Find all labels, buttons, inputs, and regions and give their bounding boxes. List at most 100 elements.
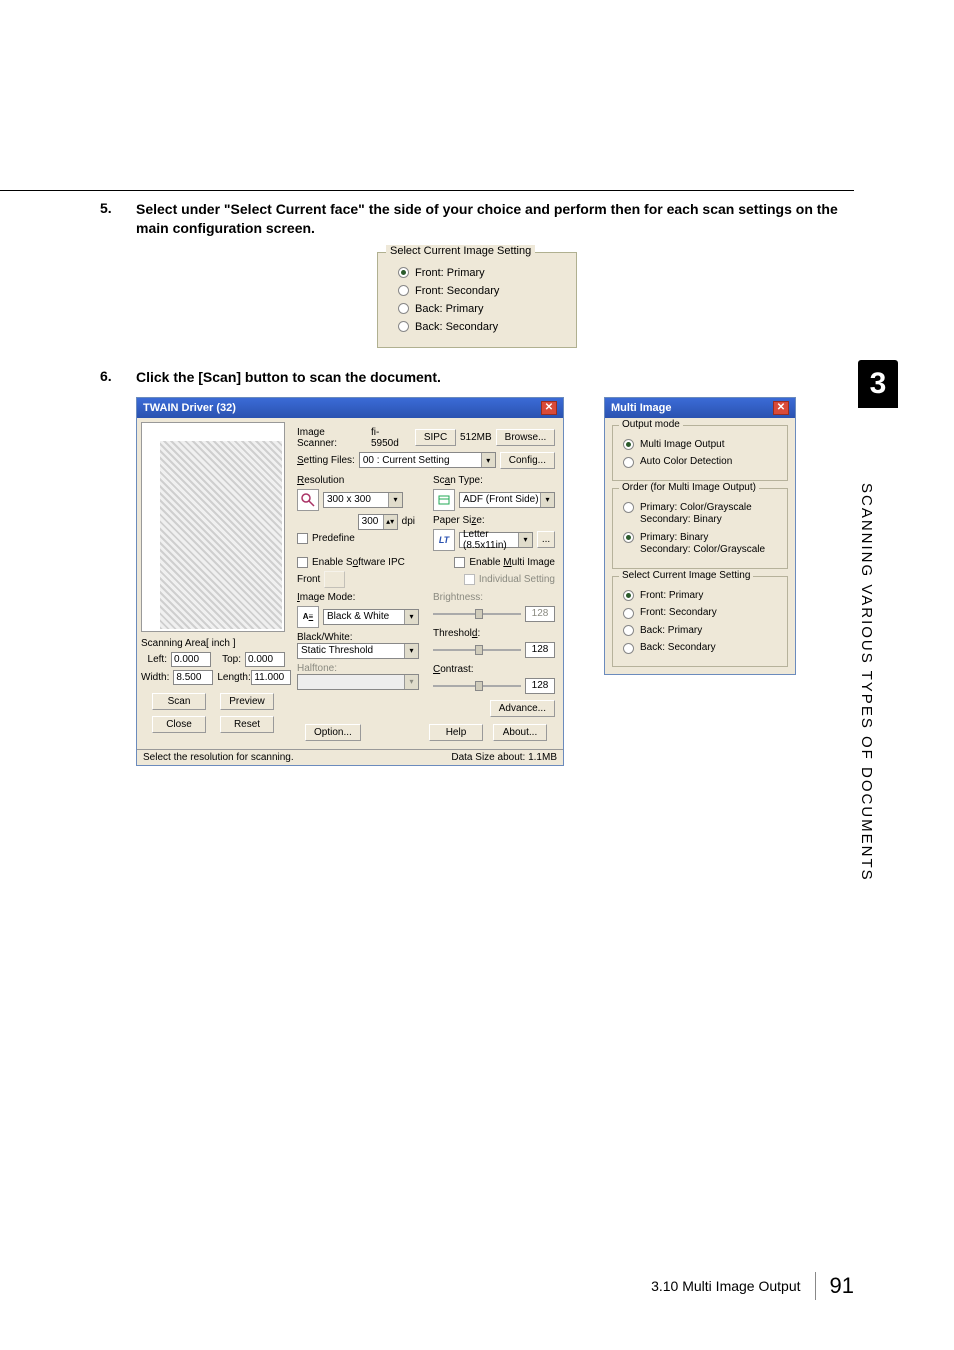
image-mode-label: Image Mode: xyxy=(297,592,419,603)
radio-label: Back: Secondary xyxy=(640,642,716,655)
help-button[interactable]: Help xyxy=(429,724,483,741)
multi-title: Multi Image xyxy=(611,402,672,414)
advance-button[interactable]: Advance... xyxy=(490,700,555,717)
radio-back-secondary[interactable]: Back: Secondary xyxy=(388,321,566,333)
radio-icon xyxy=(398,267,409,278)
paper-size-more-button[interactable]: ... xyxy=(537,531,555,548)
chapter-title-vertical: SCANNING VARIOUS TYPES OF DOCUMENTS xyxy=(858,422,875,942)
radio-label: Back: Primary xyxy=(640,625,702,638)
individual-checkbox xyxy=(464,574,475,585)
predefine-label: Predefine xyxy=(312,533,355,544)
close-button[interactable]: Close xyxy=(152,716,206,733)
select-current-image-group: Select Current Image Setting Front: Prim… xyxy=(377,252,577,348)
memory-label: 512MB xyxy=(460,432,492,443)
radio-back-primary[interactable]: Back: Primary xyxy=(388,303,566,315)
radio-label: Primary: BinarySecondary: Color/Grayscal… xyxy=(640,532,765,557)
radio-icon xyxy=(398,285,409,296)
multi-image-checkbox[interactable] xyxy=(454,557,465,568)
radio-mi-front-secondary[interactable]: Front: Secondary xyxy=(619,607,781,620)
letter-icon: LT xyxy=(433,529,455,551)
close-icon[interactable]: ✕ xyxy=(773,401,789,415)
image-mode-combo[interactable]: Black & White▾ xyxy=(323,609,419,625)
radio-label: Front: Primary xyxy=(640,590,703,603)
radio-icon xyxy=(398,303,409,314)
radio-icon xyxy=(623,457,634,468)
radio-icon xyxy=(623,532,634,543)
bw-combo[interactable]: Static Threshold▾ xyxy=(297,643,419,659)
radio-icon xyxy=(623,608,634,619)
radio-mi-front-primary[interactable]: Front: Primary xyxy=(619,590,781,603)
option-button[interactable]: Option... xyxy=(305,724,361,741)
sipc-button[interactable]: SIPC xyxy=(415,429,456,446)
top-input[interactable] xyxy=(245,652,285,667)
radio-icon xyxy=(623,590,634,601)
contrast-slider[interactable] xyxy=(433,679,521,693)
step6-number: 6. xyxy=(100,368,136,387)
twain-driver-window: TWAIN Driver (32) ✕ Scanning Area[ inch … xyxy=(136,397,564,766)
data-size-value: 1.1MB xyxy=(528,752,557,763)
step6-text: Click the [Scan] button to scan the docu… xyxy=(136,368,854,387)
select-current-legend: Select Current Image Setting xyxy=(619,570,753,581)
radio-label: Multi Image Output xyxy=(640,439,724,452)
config-button[interactable]: Config... xyxy=(500,452,555,469)
select-current-group: Select Current Image Setting Front: Prim… xyxy=(612,576,788,667)
length-input[interactable] xyxy=(251,670,291,685)
footer-separator xyxy=(815,1272,816,1300)
scan-button[interactable]: Scan xyxy=(152,693,206,710)
brightness-value: 128 xyxy=(525,606,555,622)
bw-label: Black/White: xyxy=(297,632,419,643)
radio-label: Back: Primary xyxy=(415,303,483,315)
order-legend: Order (for Multi Image Output) xyxy=(619,482,759,493)
adf-icon xyxy=(433,489,455,511)
chapter-tab: 3 xyxy=(858,360,898,408)
output-mode-group: Output mode Multi Image Output Auto Colo… xyxy=(612,425,788,481)
radio-auto-color[interactable]: Auto Color Detection xyxy=(619,456,781,469)
radio-label: Back: Secondary xyxy=(415,321,498,333)
radio-icon xyxy=(623,643,634,654)
twain-titlebar: TWAIN Driver (32) ✕ xyxy=(137,398,563,418)
reset-button[interactable]: Reset xyxy=(220,716,274,733)
about-button[interactable]: About... xyxy=(493,724,547,741)
paper-size-combo[interactable]: Letter (8.5x11in)▾ xyxy=(459,532,533,548)
scan-type-combo[interactable]: ADF (Front Side)▾ xyxy=(459,492,555,508)
radio-mi-back-secondary[interactable]: Back: Secondary xyxy=(619,642,781,655)
front-tab[interactable] xyxy=(324,571,345,588)
radio-front-primary[interactable]: Front: Primary xyxy=(388,267,566,279)
radio-front-secondary[interactable]: Front: Secondary xyxy=(388,285,566,297)
radio-mi-back-primary[interactable]: Back: Primary xyxy=(619,625,781,638)
setting-files-combo[interactable]: 00 : Current Setting▾ xyxy=(359,452,496,468)
top-label: Top: xyxy=(215,654,241,665)
radio-order-binary-first[interactable]: Primary: BinarySecondary: Color/Grayscal… xyxy=(619,532,781,557)
multi-titlebar: Multi Image ✕ xyxy=(605,398,795,418)
setting-files-label: Setting Files: xyxy=(297,455,355,466)
footer-section: 3.10 Multi Image Output xyxy=(651,1278,800,1294)
resolution-icon xyxy=(297,489,319,511)
close-icon[interactable]: ✕ xyxy=(541,401,557,415)
select-group-legend: Select Current Image Setting xyxy=(386,245,535,257)
halftone-label: Halftone: xyxy=(297,663,419,674)
resolution-combo[interactable]: 300 x 300▾ xyxy=(323,492,403,508)
width-input[interactable] xyxy=(173,670,213,685)
resolution-label: Resolution xyxy=(297,475,419,486)
brightness-slider xyxy=(433,607,521,621)
browse-button[interactable]: Browse... xyxy=(496,429,555,446)
scanner-label: Image Scanner: xyxy=(297,427,367,449)
preview-area[interactable] xyxy=(141,422,285,632)
radio-multi-output[interactable]: Multi Image Output xyxy=(619,439,781,452)
left-input[interactable] xyxy=(171,652,211,667)
threshold-slider[interactable] xyxy=(433,643,521,657)
radio-icon xyxy=(623,625,634,636)
front-label: Front xyxy=(297,574,320,585)
radio-order-color-first[interactable]: Primary: Color/GrayscaleSecondary: Binar… xyxy=(619,502,781,527)
step5-text: Select under "Select Current face" the s… xyxy=(136,200,854,238)
radio-label: Auto Color Detection xyxy=(640,456,732,469)
output-mode-legend: Output mode xyxy=(619,419,683,430)
contrast-label: Contrast: xyxy=(433,664,555,675)
individual-label: Individual Setting xyxy=(479,574,555,585)
preview-button[interactable]: Preview xyxy=(220,693,274,710)
dpi-spinner[interactable]: 300▴▾ xyxy=(358,514,398,530)
left-label: Left: xyxy=(141,654,167,665)
software-ipc-checkbox[interactable] xyxy=(297,557,308,568)
predefine-checkbox[interactable] xyxy=(297,533,308,544)
width-label: Width: xyxy=(141,672,169,683)
